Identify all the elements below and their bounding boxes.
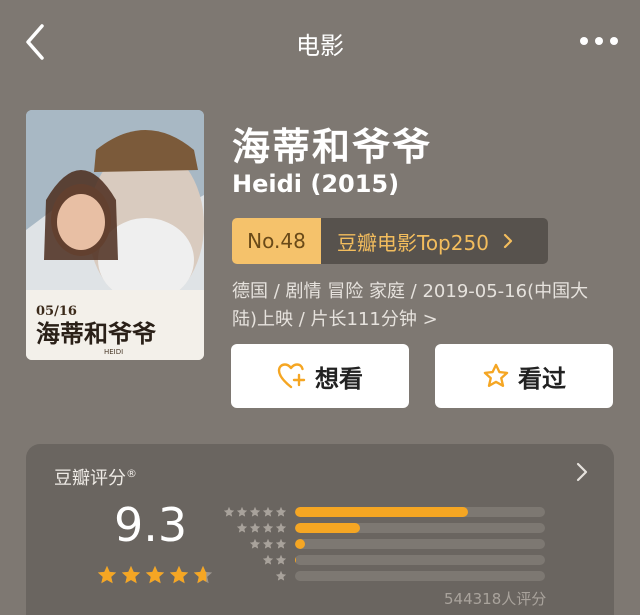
- chevron-right-icon: [503, 233, 513, 249]
- star-icon: [237, 507, 247, 517]
- rank-number: No.48: [232, 218, 321, 264]
- distribution-row-stars: [221, 522, 287, 534]
- star-icon: [263, 523, 273, 533]
- poster-image: 05/16 海蒂和爷爷 HEIDI: [26, 110, 204, 360]
- rank-list-link: 豆瓣电影Top250: [321, 218, 548, 264]
- distribution-bar: [295, 507, 468, 517]
- top-nav-bar: 电影: [0, 0, 640, 86]
- rating-score: 9.3: [114, 498, 188, 552]
- watched-label: 看过: [518, 364, 566, 393]
- distribution-bar: [295, 523, 360, 533]
- star-outline-icon: [483, 363, 509, 387]
- registered-mark: ®: [126, 467, 137, 480]
- rating-star-icon: [121, 565, 141, 584]
- top250-rank-badge[interactable]: No.48 豆瓣电影Top250: [232, 218, 548, 264]
- distribution-bar-track: [295, 507, 545, 517]
- rating-star-icon: [193, 565, 213, 584]
- distribution-row-stars: [221, 554, 287, 566]
- douban-rating-card[interactable]: 豆瓣评分® 9.3 544318人评分: [26, 444, 614, 615]
- heart-plus-icon: [277, 363, 306, 389]
- poster-title: 海蒂和爷爷: [36, 319, 157, 348]
- rating-stars: [96, 564, 214, 586]
- star-icon: [250, 507, 260, 517]
- distribution-row-stars: [221, 538, 287, 550]
- rating-star-icon: [97, 565, 117, 584]
- movie-poster[interactable]: 05/16 海蒂和爷爷 HEIDI: [26, 110, 204, 360]
- star-icon: [276, 555, 286, 565]
- more-button[interactable]: [578, 26, 620, 56]
- movie-original-title: Heidi (2015): [232, 170, 400, 198]
- star-icon: [263, 507, 273, 517]
- star-icon: [224, 507, 234, 517]
- movie-info-line-2: 陆)上映 / 片长111分钟 >: [232, 309, 438, 330]
- distribution-row-stars: [221, 570, 287, 582]
- distribution-bar: [295, 539, 305, 549]
- want-to-watch-label: 想看: [315, 364, 363, 393]
- distribution-bar-track: [295, 571, 545, 581]
- want-to-watch-button[interactable]: 想看: [231, 344, 409, 408]
- movie-title: 海蒂和爷爷: [232, 125, 433, 169]
- star-icon: [263, 555, 273, 565]
- nav-title: 电影: [296, 32, 344, 60]
- star-icon: [276, 539, 286, 549]
- star-icon: [276, 523, 286, 533]
- star-icon: [250, 523, 260, 533]
- distribution-bar-track: [295, 523, 545, 533]
- star-icon: [276, 507, 286, 517]
- more-dots-icon: [580, 37, 618, 45]
- rating-count: 544318人评分: [444, 590, 547, 608]
- rating-star-icon: [169, 565, 189, 584]
- star-icon: [276, 571, 286, 581]
- poster-subtitle: HEIDI: [104, 348, 123, 356]
- rating-title-text: 豆瓣评分: [54, 468, 126, 489]
- rating-title: 豆瓣评分®: [54, 464, 137, 490]
- rank-list-label: 豆瓣电影Top250: [337, 230, 489, 255]
- watched-button[interactable]: 看过: [435, 344, 613, 408]
- movie-info-line-1: 德国 / 剧情 冒险 家庭 / 2019-05-16(中国大: [232, 281, 589, 302]
- poster-date: 05/16: [36, 304, 77, 319]
- rating-star-icon: [145, 565, 165, 584]
- chevron-right-icon[interactable]: [576, 462, 588, 482]
- movie-info[interactable]: 德国 / 剧情 冒险 家庭 / 2019-05-16(中国大 陆)上映 / 片长…: [232, 278, 622, 334]
- distribution-bar: [295, 555, 297, 565]
- star-icon: [250, 539, 260, 549]
- star-icon: [237, 523, 247, 533]
- distribution-bar-track: [295, 555, 545, 565]
- star-icon: [263, 539, 273, 549]
- distribution-bar-track: [295, 539, 545, 549]
- distribution-row-stars: [221, 506, 287, 518]
